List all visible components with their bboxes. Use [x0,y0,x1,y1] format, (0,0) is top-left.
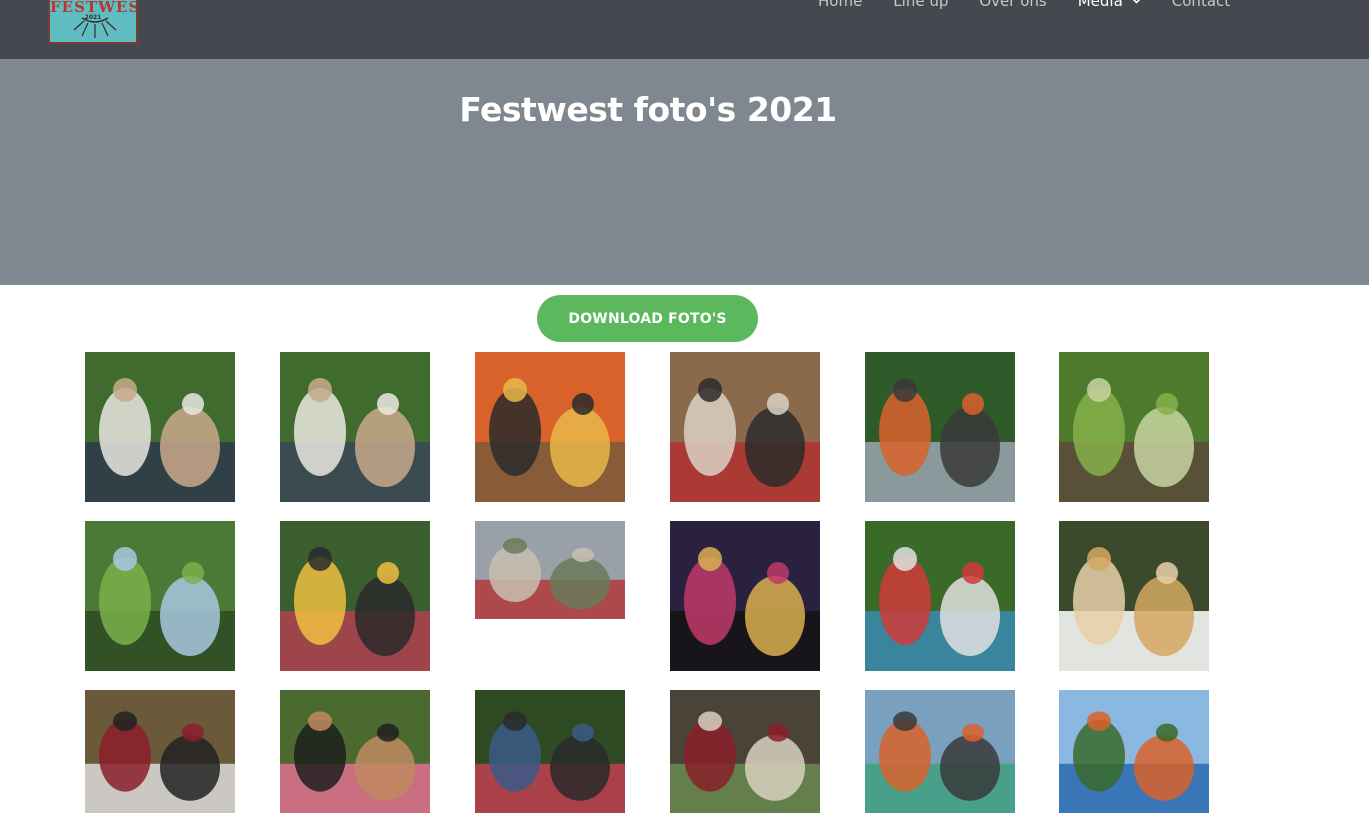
photo-image [865,352,1015,502]
photo-image [865,521,1015,671]
photo-image [280,352,430,502]
nav-media-label: Media [1077,0,1123,10]
nav-line-up[interactable]: Line up [893,0,948,10]
photo-woman-with-mask[interactable] [280,690,430,813]
main-nav: Home Line up Over ons Media Contact [818,0,1261,11]
photo-image [85,352,235,502]
photo-garden-lawn-2[interactable] [85,521,235,671]
photo-image [670,352,820,502]
photo-image [1059,690,1209,813]
sun-icon [73,17,117,38]
photo-garden-lawn-1[interactable] [1059,352,1209,502]
photo-image [85,521,235,671]
photo-crowd-at-stage[interactable] [865,352,1015,502]
photo-image [85,690,235,813]
festwest-logo[interactable]: FESTWEST 2021 [48,0,138,44]
photo-band-on-orange-stage[interactable] [475,352,625,502]
photo-stage-with-bunting[interactable] [865,690,1015,813]
photo-saxophone-player[interactable] [670,521,820,671]
nav-over-ons[interactable]: Over ons [979,0,1046,10]
photo-image [670,690,820,813]
photo-image [475,521,625,619]
photo-cooking-paella[interactable] [670,352,820,502]
photo-trees-and-bunting[interactable] [1059,690,1209,813]
photo-image [280,521,430,671]
photo-bar-counter[interactable] [670,690,820,813]
photo-crowd-under-bunting[interactable] [475,690,625,813]
nav-media[interactable]: Media [1078,0,1141,10]
download-photos-button[interactable]: DOWNLOAD FOTO'S [537,295,758,342]
hero-banner: Festwest foto's 2021 [0,59,1369,285]
photo-volunteers-bar-2[interactable] [280,352,430,502]
photo-image [475,690,625,813]
nav-home[interactable]: Home [818,0,862,10]
photo-bunting-crowd-red-shirts[interactable] [865,521,1015,671]
photo-image [1059,352,1209,502]
photo-image [475,352,625,502]
photo-image [1059,521,1209,671]
photo-man-red-shirt[interactable] [85,690,235,813]
navbar: FESTWEST 2021 Home Line up Over ons Medi… [0,0,1369,59]
photo-image [865,690,1015,813]
photo-smiling-woman[interactable] [1059,521,1209,671]
photo-image [670,521,820,671]
photo-volunteers-bar-1[interactable] [85,352,235,502]
photo-bar-under-umbrella[interactable] [280,521,430,671]
page-title: Festwest foto's 2021 [459,90,837,129]
nav-contact[interactable]: Contact [1172,0,1230,10]
photo-tent-tables[interactable] [475,521,625,619]
chevron-down-icon [1132,0,1140,4]
photo-image [280,690,430,813]
